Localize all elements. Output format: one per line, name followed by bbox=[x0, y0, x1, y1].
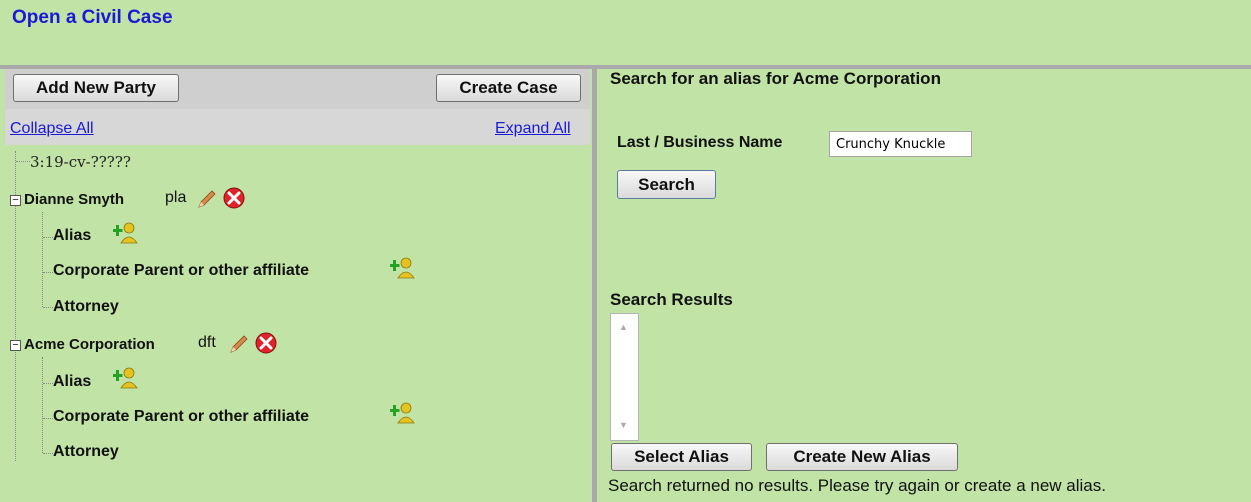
search-button[interactable]: Search bbox=[617, 170, 716, 199]
tree-connector bbox=[43, 383, 53, 384]
collapse-toggle-icon[interactable]: − bbox=[10, 195, 21, 206]
tree-connector bbox=[42, 357, 43, 453]
tree-connector bbox=[43, 237, 53, 238]
tree-item-attorney[interactable]: Attorney bbox=[53, 443, 119, 461]
tree-item-alias[interactable]: Alias bbox=[53, 227, 91, 245]
tree-connector bbox=[43, 272, 53, 273]
panel-divider bbox=[592, 69, 597, 502]
tree-item-attorney[interactable]: Attorney bbox=[53, 298, 119, 316]
select-alias-button[interactable]: Select Alias bbox=[611, 443, 752, 471]
tree-connector bbox=[42, 212, 43, 307]
party-role: dft bbox=[198, 334, 216, 351]
party-role: pla bbox=[165, 189, 187, 206]
pencil-icon[interactable] bbox=[196, 188, 218, 210]
page-header: Open a Civil Case bbox=[0, 0, 1251, 66]
tree-connector bbox=[43, 307, 53, 308]
delete-x-icon[interactable] bbox=[254, 331, 278, 355]
add-person-icon[interactable] bbox=[390, 257, 416, 279]
add-new-party-button[interactable]: Add New Party bbox=[13, 74, 179, 102]
tree-item-corporate-parent[interactable]: Corporate Parent or other affiliate bbox=[53, 262, 309, 280]
search-status-message: Search returned no results. Please try a… bbox=[608, 476, 1106, 495]
page-title: Open a Civil Case bbox=[12, 7, 173, 28]
create-new-alias-button[interactable]: Create New Alias bbox=[766, 443, 958, 471]
scroll-up-icon[interactable]: ▲ bbox=[619, 322, 628, 332]
tree-connector bbox=[16, 161, 30, 162]
search-results-heading: Search Results bbox=[610, 290, 733, 309]
tree-item-alias[interactable]: Alias bbox=[53, 373, 91, 391]
delete-x-icon[interactable] bbox=[222, 186, 246, 210]
search-results-list[interactable]: ▲ ▼ bbox=[610, 313, 639, 441]
tree-item-corporate-parent[interactable]: Corporate Parent or other affiliate bbox=[53, 408, 309, 426]
party-name[interactable]: Dianne Smyth bbox=[24, 191, 124, 208]
last-business-name-label: Last / Business Name bbox=[617, 134, 783, 151]
party-name[interactable]: Acme Corporation bbox=[24, 336, 155, 353]
case-number: 3:19-cv-????? bbox=[30, 153, 131, 171]
add-person-icon[interactable] bbox=[113, 222, 139, 244]
add-person-icon[interactable] bbox=[390, 402, 416, 424]
tree-connector bbox=[43, 453, 53, 454]
add-person-icon[interactable] bbox=[113, 367, 139, 389]
collapse-all-link[interactable]: Collapse All bbox=[10, 120, 94, 138]
collapse-toggle-icon[interactable]: − bbox=[10, 340, 21, 351]
create-case-button[interactable]: Create Case bbox=[436, 74, 581, 102]
expand-all-link[interactable]: Expand All bbox=[495, 120, 571, 138]
last-business-name-input[interactable] bbox=[829, 131, 972, 157]
pencil-icon[interactable] bbox=[228, 333, 250, 355]
tree-connector bbox=[43, 418, 53, 419]
search-heading: Search for an alias for Acme Corporation bbox=[610, 69, 941, 88]
scroll-down-icon[interactable]: ▼ bbox=[619, 420, 628, 430]
